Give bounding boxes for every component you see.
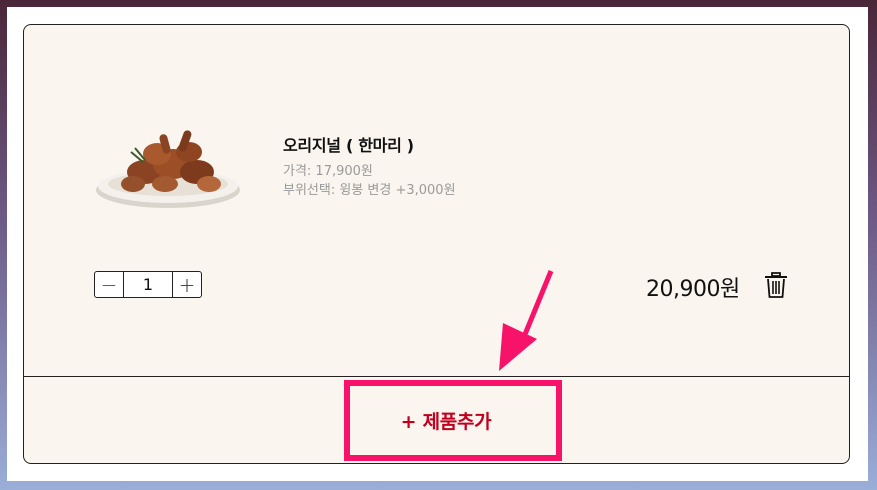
divider	[24, 376, 849, 377]
add-product-button[interactable]: + 제품추가	[401, 407, 492, 434]
pointer-arrow-icon	[499, 270, 554, 371]
highlight-box: + 제품추가	[344, 380, 562, 461]
trash-icon[interactable]	[762, 270, 790, 300]
page-frame: 오리지널 ( 한마리 ) 가격: 17,900원 부위선택: 윙봉 변경 +3,…	[7, 7, 868, 481]
product-image	[96, 130, 240, 208]
product-name: 오리지널 ( 한마리 )	[283, 136, 414, 155]
cart-item-card: 오리지널 ( 한마리 ) 가격: 17,900원 부위선택: 윙봉 변경 +3,…	[23, 24, 850, 464]
product-price: 가격: 17,900원	[283, 164, 373, 179]
quantity-value[interactable]: 1	[124, 272, 172, 297]
item-total: 20,900원	[646, 277, 740, 302]
increase-button[interactable]: +	[172, 272, 201, 297]
product-info: 오리지널 ( 한마리 ) 가격: 17,900원 부위선택: 윙봉 변경 +3,…	[283, 132, 456, 200]
product-option: 부위선택: 윙봉 변경 +3,000원	[283, 183, 456, 198]
decrease-button[interactable]: −	[95, 272, 124, 297]
quantity-stepper: − 1 +	[94, 271, 202, 298]
